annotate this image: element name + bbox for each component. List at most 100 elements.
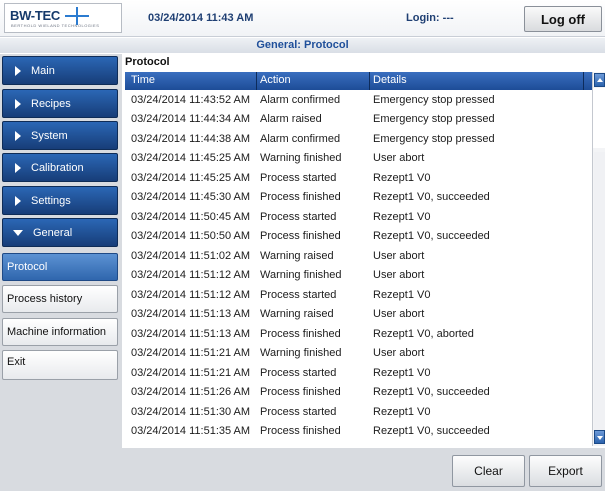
company-logo: BW-TEC BERTHOLD WIELAND TECHNOLOGIES: [4, 3, 122, 33]
cell-time: 03/24/2014 11:51:35 AM: [131, 425, 251, 438]
cell-time: 03/24/2014 11:51:13 AM: [131, 327, 251, 340]
cell-time: 03/24/2014 11:51:21 AM: [131, 366, 251, 379]
cell-time: 03/24/2014 11:51:13 AM: [131, 308, 251, 321]
column-divider: [583, 72, 584, 90]
protocol-table-body[interactable]: 03/24/2014 11:43:52 AM Alarm confirmed Eme…: [125, 90, 592, 447]
sidebar-item-main[interactable]: Main: [2, 56, 118, 85]
cell-time: 03/24/2014 11:51:02 AM: [131, 249, 251, 262]
table-row[interactable]: 03/24/2014 11:44:34 AM Alarm raised Emerge…: [125, 110, 592, 130]
subnav-protocol[interactable]: Protocol: [2, 253, 118, 281]
cell-details: Rezept1 V0: [373, 366, 431, 379]
table-row[interactable]: 03/24/2014 11:45:25 AM Warning finished Us…: [125, 149, 592, 169]
cell-time: 03/24/2014 11:44:34 AM: [131, 113, 251, 126]
cell-details: User abort: [373, 269, 425, 282]
table-row[interactable]: 03/24/2014 11:51:13 AM Process finished Re…: [125, 324, 592, 344]
sidebar-item-system[interactable]: System: [2, 121, 118, 150]
scroll-down-button[interactable]: [594, 430, 605, 444]
scroll-track[interactable]: [594, 152, 605, 430]
table-row[interactable]: 03/24/2014 11:51:21 AM Warning finished Us…: [125, 344, 592, 364]
cell-details: Rezept1 V0: [373, 171, 431, 184]
sidebar-item-settings[interactable]: Settings: [2, 186, 118, 215]
logoff-button[interactable]: Log off: [524, 6, 602, 32]
protocol-title: Protocol: [125, 56, 170, 68]
cell-action: Process started: [260, 405, 337, 418]
table-row[interactable]: 03/24/2014 11:51:35 AM Process finished Re…: [125, 422, 592, 442]
datetime-display: 03/24/2014 11:43 AM: [148, 12, 254, 24]
table-row[interactable]: 03/24/2014 11:51:13 AM Warning raised User…: [125, 305, 592, 325]
cell-details: Rezept1 V0: [373, 210, 431, 223]
sidebar-item-label: Calibration: [31, 161, 84, 174]
column-header-time[interactable]: Time: [131, 74, 155, 86]
table-row[interactable]: 03/24/2014 11:51:02 AM Warning raised User…: [125, 246, 592, 266]
cell-time: 03/24/2014 11:51:26 AM: [131, 386, 251, 399]
column-header-details[interactable]: Details: [373, 74, 407, 86]
vertical-scrollbar[interactable]: [592, 72, 605, 446]
cell-details: Rezept1 V0, succeeded: [373, 191, 490, 204]
cell-time: 03/24/2014 11:50:50 AM: [131, 230, 251, 243]
cell-action: Process finished: [260, 386, 341, 399]
cell-details: Emergency stop pressed: [373, 132, 495, 145]
table-row[interactable]: 03/24/2014 11:45:25 AM Process started Rez…: [125, 168, 592, 188]
cell-details: Rezept1 V0: [373, 405, 431, 418]
table-row[interactable]: 03/24/2014 11:43:52 AM Alarm confirmed Eme…: [125, 90, 592, 110]
cell-time: 03/24/2014 11:45:25 AM: [131, 152, 251, 165]
column-divider: [256, 72, 257, 90]
export-button[interactable]: Export: [529, 455, 602, 487]
cell-action: Warning raised: [260, 308, 334, 321]
cell-details: User abort: [373, 347, 425, 360]
logo-subtitle: BERTHOLD WIELAND TECHNOLOGIES: [11, 23, 100, 28]
table-header: Time Action Details: [125, 72, 592, 90]
scroll-thumb[interactable]: [593, 88, 605, 148]
sidebar-item-calibration[interactable]: Calibration: [2, 153, 118, 182]
table-row[interactable]: 03/24/2014 11:51:26 AM Process finished Re…: [125, 383, 592, 403]
cell-action: Process finished: [260, 425, 341, 438]
cell-time: 03/24/2014 11:51:21 AM: [131, 347, 251, 360]
cell-details: Emergency stop pressed: [373, 113, 495, 126]
cell-action: Warning finished: [260, 152, 342, 165]
scroll-up-button[interactable]: [594, 73, 605, 87]
cell-details: User abort: [373, 152, 425, 165]
logo-text: BW-TEC: [10, 8, 60, 23]
cell-details: Rezept1 V0, succeeded: [373, 230, 490, 243]
table-row[interactable]: 03/24/2014 11:44:38 AM Alarm confirmed Eme…: [125, 129, 592, 149]
sidebar-item-recipes[interactable]: Recipes: [2, 89, 118, 118]
column-header-action[interactable]: Action: [260, 74, 291, 86]
clear-button[interactable]: Clear: [452, 455, 525, 487]
table-row[interactable]: 03/24/2014 11:50:45 AM Process started Rez…: [125, 207, 592, 227]
table-row[interactable]: 03/24/2014 11:50:50 AM Process finished Re…: [125, 227, 592, 247]
cell-details: Rezept1 V0, succeeded: [373, 425, 490, 438]
top-bar: BW-TEC BERTHOLD WIELAND TECHNOLOGIES 03/…: [0, 0, 605, 37]
cell-action: Warning finished: [260, 269, 342, 282]
subnav-process-history[interactable]: Process history: [2, 285, 118, 313]
subnav-machine-information[interactable]: Machine information: [2, 318, 118, 346]
cell-action: Process started: [260, 288, 337, 301]
section-title: General: Protocol: [0, 38, 605, 53]
cell-action: Process finished: [260, 327, 341, 340]
sidebar-item-label: Settings: [31, 194, 71, 207]
cell-action: Alarm confirmed: [260, 93, 341, 106]
login-status: Login: ---: [406, 12, 454, 24]
subnav-exit[interactable]: Exit: [2, 350, 118, 380]
sidebar-item-label: General: [33, 226, 73, 239]
table-row[interactable]: 03/24/2014 11:51:12 AM Warning finished Us…: [125, 266, 592, 286]
table-row[interactable]: 03/24/2014 11:45:30 AM Process finished Re…: [125, 188, 592, 208]
table-row[interactable]: 03/24/2014 11:51:12 AM Process started Rez…: [125, 285, 592, 305]
cell-time: 03/24/2014 11:44:38 AM: [131, 132, 251, 145]
chevron-right-icon: [15, 195, 21, 206]
cell-details: Emergency stop pressed: [373, 93, 495, 106]
chevron-right-icon: [15, 130, 21, 141]
table-row[interactable]: 03/24/2014 11:51:30 AM Process started Rez…: [125, 402, 592, 422]
sidebar: Main Recipes System Calibration Settings…: [0, 54, 122, 491]
cell-details: Rezept1 V0, aborted: [373, 327, 474, 340]
cell-time: 03/24/2014 11:43:52 AM: [131, 93, 251, 106]
cell-action: Process started: [260, 171, 337, 184]
cell-action: Process started: [260, 210, 337, 223]
table-row[interactable]: 03/24/2014 11:51:21 AM Process started Rez…: [125, 363, 592, 383]
cell-action: Alarm raised: [260, 113, 322, 126]
cell-time: 03/24/2014 11:45:30 AM: [131, 191, 251, 204]
cell-action: Warning finished: [260, 347, 342, 360]
chevron-right-icon: [15, 98, 21, 109]
sidebar-item-general[interactable]: General: [2, 218, 118, 247]
cell-action: Process finished: [260, 230, 341, 243]
sidebar-item-label: Main: [31, 64, 55, 77]
